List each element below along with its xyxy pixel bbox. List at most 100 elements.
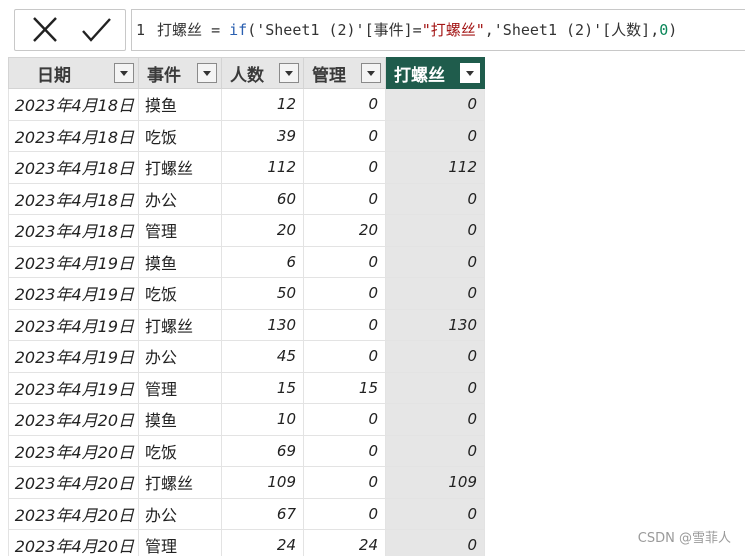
cell-manage[interactable]: 0 [303, 88, 386, 121]
cell-event[interactable]: 吃饭 [138, 435, 222, 467]
cell-manage[interactable]: 0 [303, 340, 386, 373]
cell-event[interactable]: 打螺丝 [138, 151, 222, 184]
cell-screw[interactable]: 0 [385, 246, 485, 278]
cell-date[interactable]: 2023年4月18日 [8, 214, 139, 247]
cell-event[interactable]: 管理 [138, 529, 222, 556]
cell-manage[interactable]: 0 [303, 120, 386, 152]
column-header-manage[interactable]: 管理 [303, 57, 386, 89]
cell-people[interactable]: 112 [221, 151, 304, 184]
column-header-event[interactable]: 事件 [138, 57, 222, 89]
cell-manage[interactable]: 0 [303, 466, 386, 499]
cell-screw[interactable]: 0 [385, 435, 485, 467]
table-row[interactable]: 2023年4月19日 管理 15 15 0 [8, 372, 485, 404]
table-row[interactable]: 2023年4月20日 管理 24 24 0 [8, 529, 485, 556]
table-row[interactable]: 2023年4月19日 打螺丝 130 0 130 [8, 309, 485, 341]
table-row[interactable]: 2023年4月20日 打螺丝 109 0 109 [8, 466, 485, 499]
table-row[interactable]: 2023年4月20日 吃饭 69 0 0 [8, 435, 485, 467]
cell-people[interactable]: 45 [221, 340, 304, 373]
cancel-formula-button[interactable] [29, 15, 63, 45]
cell-people[interactable]: 50 [221, 277, 304, 310]
cell-people[interactable]: 130 [221, 309, 304, 341]
cell-event[interactable]: 打螺丝 [138, 466, 222, 499]
cell-people[interactable]: 69 [221, 435, 304, 467]
cell-screw[interactable]: 109 [385, 466, 485, 499]
cell-screw[interactable]: 0 [385, 214, 485, 247]
cell-event[interactable]: 办公 [138, 183, 222, 215]
cell-people[interactable]: 6 [221, 246, 304, 278]
cell-manage[interactable]: 0 [303, 435, 386, 467]
cell-date[interactable]: 2023年4月20日 [8, 466, 139, 499]
cell-people[interactable]: 60 [221, 183, 304, 215]
cell-manage[interactable]: 0 [303, 309, 386, 341]
table-row[interactable]: 2023年4月18日 管理 20 20 0 [8, 214, 485, 247]
cell-manage[interactable]: 15 [303, 372, 386, 404]
cell-event[interactable]: 摸鱼 [138, 246, 222, 278]
cell-manage[interactable]: 0 [303, 498, 386, 530]
cell-date[interactable]: 2023年4月20日 [8, 435, 139, 467]
table-row[interactable]: 2023年4月19日 吃饭 50 0 0 [8, 277, 485, 310]
table-row[interactable]: 2023年4月19日 办公 45 0 0 [8, 340, 485, 373]
cell-event[interactable]: 摸鱼 [138, 88, 222, 121]
cell-event[interactable]: 管理 [138, 214, 222, 247]
column-header-people[interactable]: 人数 [221, 57, 304, 89]
cell-manage[interactable]: 0 [303, 183, 386, 215]
cell-date[interactable]: 2023年4月18日 [8, 88, 139, 121]
cell-manage[interactable]: 24 [303, 529, 386, 556]
cell-date[interactable]: 2023年4月18日 [8, 151, 139, 184]
cell-date[interactable]: 2023年4月19日 [8, 340, 139, 373]
cell-screw[interactable]: 112 [385, 151, 485, 184]
cell-screw[interactable]: 0 [385, 403, 485, 436]
table-row[interactable]: 2023年4月19日 摸鱼 6 0 0 [8, 246, 485, 278]
cell-event[interactable]: 吃饭 [138, 277, 222, 310]
cell-event[interactable]: 吃饭 [138, 120, 222, 152]
table-row[interactable]: 2023年4月18日 打螺丝 112 0 112 [8, 151, 485, 184]
cell-screw[interactable]: 0 [385, 277, 485, 310]
chevron-down-icon[interactable] [114, 63, 134, 83]
cell-date[interactable]: 2023年4月18日 [8, 183, 139, 215]
cell-people[interactable]: 24 [221, 529, 304, 556]
cell-date[interactable]: 2023年4月20日 [8, 498, 139, 530]
formula-input[interactable]: 1 打螺丝 = if('Sheet1 (2)'[事件]="打螺丝",'Sheet1… [131, 9, 745, 51]
cell-screw[interactable]: 0 [385, 88, 485, 121]
table-row[interactable]: 2023年4月18日 摸鱼 12 0 0 [8, 88, 485, 121]
cell-date[interactable]: 2023年4月19日 [8, 372, 139, 404]
cell-manage[interactable]: 0 [303, 151, 386, 184]
cell-people[interactable]: 15 [221, 372, 304, 404]
cell-event[interactable]: 办公 [138, 340, 222, 373]
cell-date[interactable]: 2023年4月19日 [8, 277, 139, 310]
cell-screw[interactable]: 0 [385, 372, 485, 404]
column-header-date[interactable]: 日期 [8, 57, 139, 89]
chevron-down-icon[interactable] [279, 63, 299, 83]
cell-screw[interactable]: 0 [385, 120, 485, 152]
cell-people[interactable]: 67 [221, 498, 304, 530]
cell-date[interactable]: 2023年4月18日 [8, 120, 139, 152]
cell-screw[interactable]: 130 [385, 309, 485, 341]
cell-manage[interactable]: 0 [303, 277, 386, 310]
cell-people[interactable]: 20 [221, 214, 304, 247]
table-row[interactable]: 2023年4月18日 办公 60 0 0 [8, 183, 485, 215]
chevron-down-icon[interactable] [460, 63, 480, 83]
cell-screw[interactable]: 0 [385, 183, 485, 215]
cell-people[interactable]: 109 [221, 466, 304, 499]
commit-formula-button[interactable] [79, 15, 113, 45]
cell-event[interactable]: 管理 [138, 372, 222, 404]
cell-date[interactable]: 2023年4月19日 [8, 309, 139, 341]
cell-screw[interactable]: 0 [385, 529, 485, 556]
cell-people[interactable]: 10 [221, 403, 304, 436]
cell-screw[interactable]: 0 [385, 498, 485, 530]
cell-event[interactable]: 打螺丝 [138, 309, 222, 341]
cell-event[interactable]: 办公 [138, 498, 222, 530]
chevron-down-icon[interactable] [197, 63, 217, 83]
cell-date[interactable]: 2023年4月20日 [8, 403, 139, 436]
chevron-down-icon[interactable] [361, 63, 381, 83]
cell-date[interactable]: 2023年4月19日 [8, 246, 139, 278]
table-row[interactable]: 2023年4月20日 办公 67 0 0 [8, 498, 485, 530]
cell-people[interactable]: 12 [221, 88, 304, 121]
cell-date[interactable]: 2023年4月20日 [8, 529, 139, 556]
column-header-screw[interactable]: 打螺丝 [385, 57, 485, 89]
cell-manage[interactable]: 0 [303, 246, 386, 278]
cell-manage[interactable]: 0 [303, 403, 386, 436]
table-row[interactable]: 2023年4月20日 摸鱼 10 0 0 [8, 403, 485, 436]
cell-people[interactable]: 39 [221, 120, 304, 152]
table-row[interactable]: 2023年4月18日 吃饭 39 0 0 [8, 120, 485, 152]
